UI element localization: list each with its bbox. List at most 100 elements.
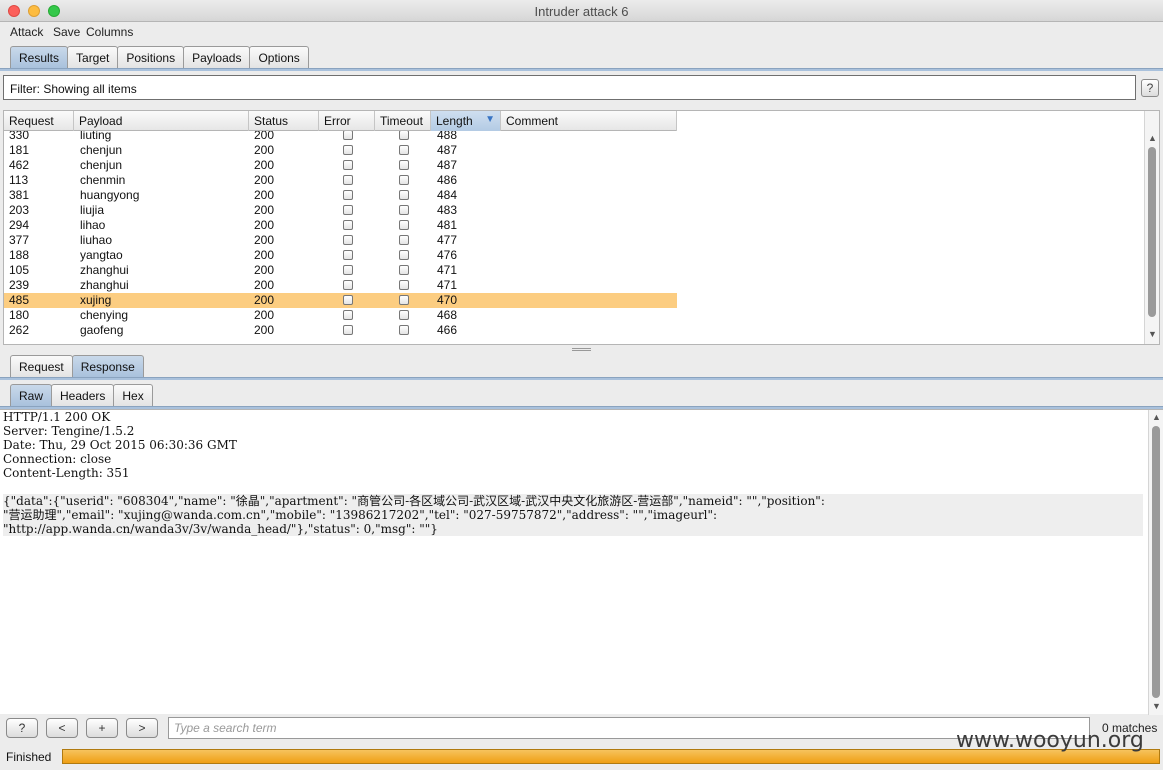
- table-row[interactable]: 188 yangtao 200 476: [4, 248, 677, 263]
- tab-payloads[interactable]: Payloads: [183, 46, 251, 68]
- timeout-checkbox[interactable]: [399, 175, 409, 185]
- response-line: HTTP/1.1 200 OK: [3, 410, 111, 424]
- search-next-button[interactable]: >: [126, 718, 158, 738]
- response-viewer[interactable]: HTTP/1.1 200 OK Server: Tengine/1.5.2 Date…: [0, 409, 1163, 715]
- timeout-checkbox[interactable]: [399, 205, 409, 215]
- column-header-request[interactable]: Request: [4, 111, 74, 131]
- error-checkbox[interactable]: [343, 250, 353, 260]
- error-checkbox[interactable]: [343, 325, 353, 335]
- tab-request[interactable]: Request: [10, 355, 73, 377]
- sort-descending-icon: ▼: [485, 114, 495, 125]
- scroll-up-icon[interactable]: ▲: [1148, 133, 1157, 143]
- error-checkbox[interactable]: [343, 235, 353, 245]
- column-header-error[interactable]: Error: [319, 111, 375, 131]
- error-checkbox[interactable]: [343, 160, 353, 170]
- column-header-comment[interactable]: Comment: [501, 111, 677, 131]
- tab-headers[interactable]: Headers: [51, 384, 115, 406]
- error-checkbox[interactable]: [343, 295, 353, 305]
- timeout-checkbox[interactable]: [399, 220, 409, 230]
- menu-attack[interactable]: Attack: [10, 25, 43, 39]
- menu-save[interactable]: Save: [53, 25, 80, 39]
- table-row[interactable]: 105 zhanghui 200 471: [4, 263, 677, 278]
- cell-status: 200: [254, 158, 275, 172]
- scroll-down-icon[interactable]: ▼: [1148, 329, 1157, 339]
- cell-status: 200: [254, 293, 275, 307]
- error-checkbox[interactable]: [343, 265, 353, 275]
- cell-payload: lihao: [80, 218, 106, 232]
- response-scrollbar[interactable]: ▲ ▼: [1148, 410, 1163, 715]
- cell-length: 484: [437, 188, 458, 202]
- search-options-button[interactable]: +: [86, 718, 118, 738]
- cell-status: 200: [254, 263, 275, 277]
- timeout-checkbox[interactable]: [399, 280, 409, 290]
- table-row[interactable]: 203 liujia 200 483: [4, 203, 677, 218]
- scroll-up-icon[interactable]: ▲: [1152, 412, 1161, 422]
- filter-bar[interactable]: Filter: Showing all items: [3, 75, 1136, 100]
- error-checkbox[interactable]: [343, 205, 353, 215]
- table-row[interactable]: 462 chenjun 200 487: [4, 158, 677, 173]
- table-row[interactable]: 180 chenying 200 468: [4, 308, 677, 323]
- results-scroll-thumb[interactable]: [1148, 147, 1156, 317]
- table-row[interactable]: 377 liuhao 200 477: [4, 233, 677, 248]
- cell-status: 200: [254, 218, 275, 232]
- timeout-checkbox[interactable]: [399, 250, 409, 260]
- cell-request: 180: [9, 308, 30, 322]
- column-header-timeout[interactable]: Timeout: [375, 111, 431, 131]
- results-table: 330 liuting 200 488 181 chenjun 200 487 462 chenj…: [3, 110, 1160, 345]
- results-scrollbar[interactable]: ▲ ▼: [1144, 111, 1159, 344]
- table-row[interactable]: 485 xujing 200 470: [4, 293, 677, 308]
- timeout-checkbox[interactable]: [399, 235, 409, 245]
- filter-help-button[interactable]: ?: [1141, 79, 1159, 97]
- table-row[interactable]: 181 chenjun 200 487: [4, 143, 677, 158]
- cell-payload: xujing: [80, 293, 112, 307]
- cell-request: 105: [9, 263, 30, 277]
- response-scroll-thumb[interactable]: [1152, 426, 1160, 698]
- menu-columns[interactable]: Columns: [86, 25, 133, 39]
- main-tabs-divider: [0, 68, 1163, 71]
- search-input[interactable]: Type a search term: [168, 717, 1090, 739]
- cell-payload: zhanghui: [80, 263, 129, 277]
- tab-options[interactable]: Options: [249, 46, 309, 68]
- timeout-checkbox[interactable]: [399, 130, 409, 140]
- error-checkbox[interactable]: [343, 220, 353, 230]
- pane-splitter-handle[interactable]: [572, 348, 591, 351]
- column-header-payload[interactable]: Payload: [74, 111, 249, 131]
- scroll-down-icon[interactable]: ▼: [1152, 701, 1161, 711]
- timeout-checkbox[interactable]: [399, 190, 409, 200]
- error-checkbox[interactable]: [343, 190, 353, 200]
- tab-raw[interactable]: Raw: [10, 384, 53, 406]
- timeout-checkbox[interactable]: [399, 310, 409, 320]
- error-checkbox[interactable]: [343, 175, 353, 185]
- timeout-checkbox[interactable]: [399, 265, 409, 275]
- column-header-status[interactable]: Status: [249, 111, 319, 131]
- search-help-button[interactable]: ?: [6, 718, 38, 738]
- timeout-checkbox[interactable]: [399, 325, 409, 335]
- error-checkbox[interactable]: [343, 310, 353, 320]
- error-checkbox[interactable]: [343, 145, 353, 155]
- search-previous-button[interactable]: <: [46, 718, 78, 738]
- error-checkbox[interactable]: [343, 280, 353, 290]
- cell-status: 200: [254, 323, 275, 337]
- table-row[interactable]: 262 gaofeng 200 466: [4, 323, 677, 338]
- timeout-checkbox[interactable]: [399, 295, 409, 305]
- cell-length: 470: [437, 293, 458, 307]
- response-raw-text[interactable]: HTTP/1.1 200 OK Server: Tengine/1.5.2 Date…: [3, 410, 1143, 536]
- title-bar: Intruder attack 6: [0, 0, 1163, 22]
- timeout-checkbox[interactable]: [399, 145, 409, 155]
- results-table-body: 330 liuting 200 488 181 chenjun 200 487 462 chenj…: [4, 128, 677, 338]
- cell-payload: chenjun: [80, 143, 123, 157]
- table-row[interactable]: 239 zhanghui 200 471: [4, 278, 677, 293]
- tab-results[interactable]: Results: [10, 46, 69, 68]
- cell-length: 471: [437, 278, 458, 292]
- table-row[interactable]: 294 lihao 200 481: [4, 218, 677, 233]
- table-row[interactable]: 381 huangyong 200 484: [4, 188, 677, 203]
- tab-target[interactable]: Target: [67, 46, 119, 68]
- column-header-length[interactable]: Length ▼: [431, 111, 501, 131]
- tab-positions[interactable]: Positions: [117, 46, 185, 68]
- error-checkbox[interactable]: [343, 130, 353, 140]
- table-row[interactable]: 113 chenmin 200 486: [4, 173, 677, 188]
- timeout-checkbox[interactable]: [399, 160, 409, 170]
- tab-hex[interactable]: Hex: [113, 384, 153, 406]
- tab-response[interactable]: Response: [71, 355, 144, 377]
- cell-request: 294: [9, 218, 30, 232]
